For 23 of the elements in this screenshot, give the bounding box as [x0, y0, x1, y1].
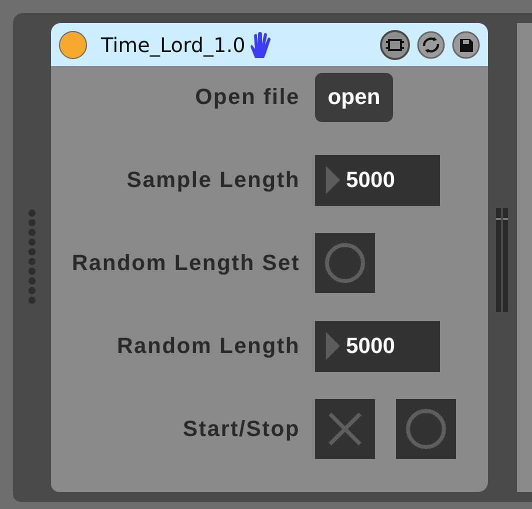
control-label: Random Length Set — [70, 250, 300, 276]
cross-icon — [327, 411, 363, 447]
save-button[interactable] — [452, 30, 480, 58]
toggle-button[interactable] — [315, 399, 375, 459]
circle-icon — [324, 242, 366, 284]
circle-icon — [405, 408, 447, 450]
number-box[interactable]: 5000 — [315, 154, 440, 206]
open-button[interactable]: open — [315, 72, 393, 122]
control-label: Random Length — [116, 333, 300, 359]
toggle-button[interactable] — [315, 233, 375, 293]
number-box[interactable]: 5000 — [315, 320, 440, 372]
toggle-button[interactable] — [396, 399, 456, 459]
control-label: Start/Stop — [182, 416, 300, 442]
control-label: Sample Length — [126, 167, 300, 193]
map-button[interactable] — [380, 30, 410, 60]
control-label: Open file — [194, 84, 300, 110]
triangle-icon — [326, 332, 340, 360]
hand-icon — [249, 32, 274, 58]
sync-button[interactable] — [417, 30, 445, 58]
power-button[interactable] — [59, 30, 87, 58]
grip-icon[interactable] — [28, 209, 36, 305]
device-title: Time_Lord_1.0 — [101, 32, 246, 56]
triangle-icon — [326, 166, 340, 194]
